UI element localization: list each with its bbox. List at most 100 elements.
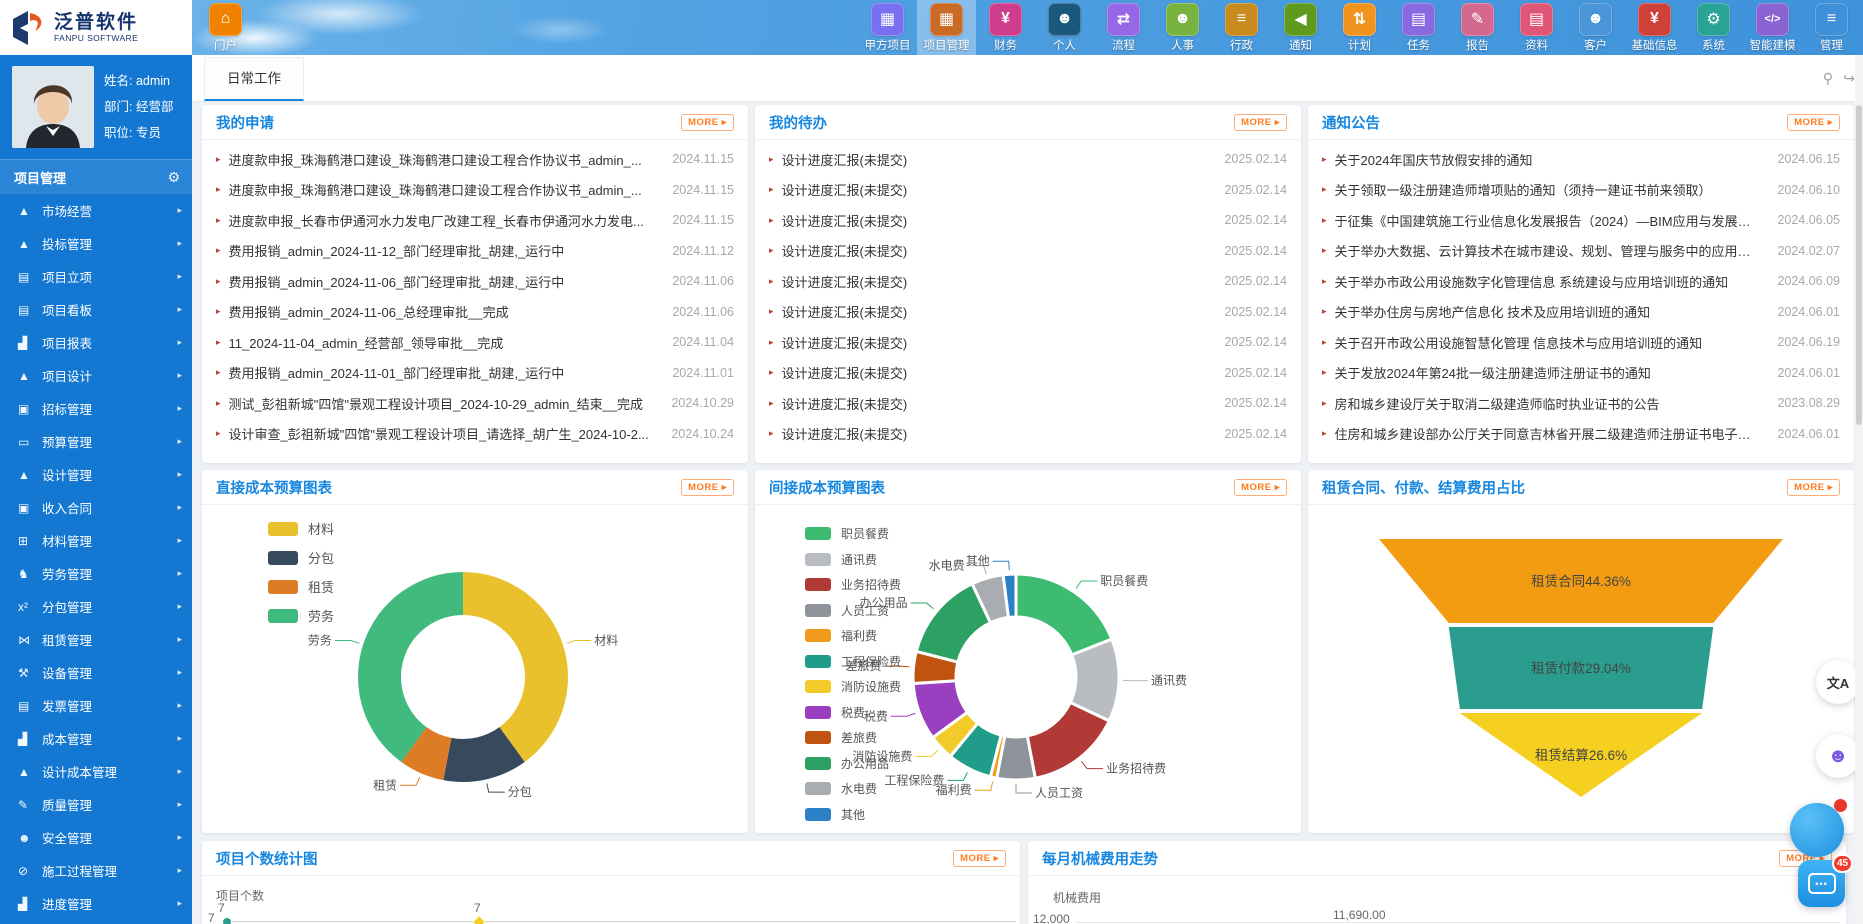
sidebar-item-lease[interactable]: ⋈租赁管理▸ xyxy=(0,623,192,656)
key-icon[interactable]: ⚲ xyxy=(1823,70,1833,87)
pie-slice-业务招待费[interactable] xyxy=(1027,703,1109,779)
translate-button[interactable]: 文A xyxy=(1816,660,1860,704)
nav-item-process[interactable]: ⇄流程 xyxy=(1094,0,1153,55)
sidebar-item-design-cost[interactable]: ▲设计成本管理▸ xyxy=(0,755,192,788)
sidebar-item-project-reports[interactable]: ▟项目报表▸ xyxy=(0,326,192,359)
pie-slice-材料[interactable] xyxy=(463,572,568,762)
list-item[interactable]: ▸设计进度汇报(未提交)2025.02.14 xyxy=(769,297,1287,328)
list-item[interactable]: ▸进度款申报_长春市伊通河水力发电厂改建工程_长春市伊通河水力发电...2024… xyxy=(216,205,734,236)
nav-item-portal[interactable]: ⌂门户 xyxy=(196,0,255,55)
scrollbar-thumb[interactable] xyxy=(1856,105,1862,425)
list-item[interactable]: ▸测试_彭祖新城"四馆"景观工程设计项目_2024-10-29_admin_结束… xyxy=(216,388,734,419)
list-item[interactable]: ▸设计进度汇报(未提交)2025.02.14 xyxy=(769,175,1287,206)
nav-item-system[interactable]: ⚙系统 xyxy=(1684,0,1743,55)
list-item[interactable]: ▸进度款申报_珠海鹤港口建设_珠海鹤港口建设工程合作协议书_admin_...2… xyxy=(216,144,734,175)
sidebar-item-project-design[interactable]: ▲项目设计▸ xyxy=(0,359,192,392)
legend-item-通讯费[interactable]: 通讯费 xyxy=(805,551,901,568)
sidebar-item-quality[interactable]: ✎质量管理▸ xyxy=(0,788,192,821)
ai-assistant-button[interactable]: ☻ xyxy=(1816,734,1860,778)
legend-item-租赁[interactable]: 租赁 xyxy=(268,577,334,596)
legend-item-办公用品[interactable]: 办公用品 xyxy=(805,755,901,772)
more-button[interactable]: MORE ▸ xyxy=(1234,114,1287,131)
list-item[interactable]: ▸住房和城乡建设部办公厅关于同意吉林省开展二级建造师注册证书电子化试点...20… xyxy=(1322,419,1840,450)
more-button[interactable]: MORE ▸ xyxy=(681,479,734,496)
sidebar-item-construction-process[interactable]: ⊘施工过程管理▸ xyxy=(0,854,192,887)
nav-item-base-info[interactable]: ¥基础信息 xyxy=(1625,0,1684,55)
list-item[interactable]: ▸设计进度汇报(未提交)2025.02.14 xyxy=(769,419,1287,450)
nav-item-owner-project[interactable]: ▦甲方项目 xyxy=(858,0,917,55)
legend-item-材料[interactable]: 材料 xyxy=(268,519,334,538)
more-button[interactable]: MORE ▸ xyxy=(1787,479,1840,496)
sidebar-item-certificate[interactable]: ▯证件管理▸ xyxy=(0,920,192,924)
list-item[interactable]: ▸设计进度汇报(未提交)2025.02.14 xyxy=(769,388,1287,419)
list-item[interactable]: ▸费用报销_admin_2024-11-06_总经理审批__完成2024.11.… xyxy=(216,297,734,328)
data-point-marker[interactable] xyxy=(472,915,486,924)
sidebar-item-labor[interactable]: ♞劳务管理▸ xyxy=(0,557,192,590)
nav-item-report[interactable]: ✎报告 xyxy=(1448,0,1507,55)
legend-item-分包[interactable]: 分包 xyxy=(268,548,334,567)
legend-item-水电费[interactable]: 水电费 xyxy=(805,780,901,797)
legend-item-差旅费[interactable]: 差旅费 xyxy=(805,729,901,746)
sidebar-item-project-initiation[interactable]: ▤项目立项▸ xyxy=(0,260,192,293)
nav-item-customer[interactable]: ☻客户 xyxy=(1566,0,1625,55)
list-item[interactable]: ▸设计进度汇报(未提交)2025.02.14 xyxy=(769,205,1287,236)
legend-item-人员工资[interactable]: 人员工资 xyxy=(805,602,901,619)
sidebar-item-material[interactable]: ⊞材料管理▸ xyxy=(0,524,192,557)
list-item[interactable]: ▸关于举办住房与房地产信息化 技术及应用培训班的通知2024.06.01 xyxy=(1322,297,1840,328)
list-item[interactable]: ▸设计进度汇报(未提交)2025.02.14 xyxy=(769,236,1287,267)
sidebar-item-income-contract[interactable]: ▣收入合同▸ xyxy=(0,491,192,524)
sidebar-item-progress[interactable]: ▟进度管理▸ xyxy=(0,887,192,920)
sidebar-item-design[interactable]: ▲设计管理▸ xyxy=(0,458,192,491)
sidebar-item-bidding[interactable]: ▲投标管理▸ xyxy=(0,227,192,260)
sidebar-item-budget[interactable]: ▭预算管理▸ xyxy=(0,425,192,458)
gear-icon[interactable]: ⚙ xyxy=(167,169,180,186)
list-item[interactable]: ▸房和城乡建设厅关于取消二级建造师临时执业证书的公告2023.08.29 xyxy=(1322,388,1840,419)
nav-item-manage[interactable]: ≡管理 xyxy=(1802,0,1861,55)
list-item[interactable]: ▸设计进度汇报(未提交)2025.02.14 xyxy=(769,358,1287,389)
nav-item-hr[interactable]: ☻人事 xyxy=(1153,0,1212,55)
floating-action-button[interactable] xyxy=(1790,803,1844,857)
legend-item-业务招待费[interactable]: 业务招待费 xyxy=(805,576,901,593)
list-item[interactable]: ▸进度款申报_珠海鹤港口建设_珠海鹤港口建设工程合作协议书_admin_...2… xyxy=(216,175,734,206)
list-item[interactable]: ▸设计进度汇报(未提交)2025.02.14 xyxy=(769,144,1287,175)
sidebar-item-cost[interactable]: ▟成本管理▸ xyxy=(0,722,192,755)
user-avatar[interactable] xyxy=(12,66,94,148)
sidebar-section-header[interactable]: 项目管理 ⚙ xyxy=(0,160,192,194)
list-item[interactable]: ▸设计进度汇报(未提交)2025.02.14 xyxy=(769,266,1287,297)
scrollbar-track[interactable] xyxy=(1855,55,1863,924)
legend-item-职员餐费[interactable]: 职员餐费 xyxy=(805,525,901,542)
list-item[interactable]: ▸关于召开市政公用设施智慧化管理 信息技术与应用培训班的通知2024.06.19 xyxy=(1322,327,1840,358)
legend-item-消防设施费[interactable]: 消防设施费 xyxy=(805,678,901,695)
nav-item-personal[interactable]: ☻个人 xyxy=(1035,0,1094,55)
nav-item-plan[interactable]: ⇅计划 xyxy=(1330,0,1389,55)
sidebar-item-equipment[interactable]: ⚒设备管理▸ xyxy=(0,656,192,689)
list-item[interactable]: ▸费用报销_admin_2024-11-06_部门经理审批_胡建,_运行中202… xyxy=(216,266,734,297)
nav-item-notice[interactable]: ◀通知 xyxy=(1271,0,1330,55)
pie-slice-劳务[interactable] xyxy=(358,572,463,762)
legend-item-劳务[interactable]: 劳务 xyxy=(268,606,334,625)
list-item[interactable]: ▸关于2024年国庆节放假安排的通知2024.06.15 xyxy=(1322,144,1840,175)
legend-item-税费[interactable]: 税费 xyxy=(805,704,901,721)
more-button[interactable]: MORE ▸ xyxy=(953,850,1006,867)
legend-item-其他[interactable]: 其他 xyxy=(805,806,901,823)
more-button[interactable]: MORE ▸ xyxy=(1787,114,1840,131)
list-item[interactable]: ▸费用报销_admin_2024-11-01_部门经理审批_胡建,_运行中202… xyxy=(216,358,734,389)
nav-item-project-mgmt[interactable]: ▦项目管理 xyxy=(917,0,976,55)
list-item[interactable]: ▸关于领取一级注册建造师增项贴的通知（须持一建证书前来领取）2024.06.10 xyxy=(1322,175,1840,206)
list-item[interactable]: ▸费用报销_admin_2024-11-12_部门经理审批_胡建,_运行中202… xyxy=(216,236,734,267)
list-item[interactable]: ▸设计进度汇报(未提交)2025.02.14 xyxy=(769,327,1287,358)
tab-daily-work[interactable]: 日常工作 xyxy=(204,57,304,101)
list-item[interactable]: ▸设计审查_彭祖新城"四馆"景观工程设计项目_请选择_胡广生_2024-10-2… xyxy=(216,419,734,450)
sidebar-item-tender[interactable]: ▣招标管理▸ xyxy=(0,392,192,425)
legend-item-工程保险费[interactable]: 工程保险费 xyxy=(805,653,901,670)
nav-item-docs[interactable]: ▤资料 xyxy=(1507,0,1566,55)
nav-item-finance[interactable]: ¥财务 xyxy=(976,0,1035,55)
list-item[interactable]: ▸于征集《中国建筑施工行业信息化发展报告（2024）—BIM应用与发展》材料..… xyxy=(1322,205,1840,236)
sidebar-item-market[interactable]: ▲市场经营▸ xyxy=(0,194,192,227)
more-button[interactable]: MORE ▸ xyxy=(1234,479,1287,496)
nav-item-administration[interactable]: ≡行政 xyxy=(1212,0,1271,55)
sidebar-item-invoice[interactable]: ▤发票管理▸ xyxy=(0,689,192,722)
legend-item-福利费[interactable]: 福利费 xyxy=(805,627,901,644)
nav-item-task[interactable]: ▤任务 xyxy=(1389,0,1448,55)
list-item[interactable]: ▸关于举办市政公用设施数字化管理信息 系统建设与应用培训班的通知2024.06.… xyxy=(1322,266,1840,297)
